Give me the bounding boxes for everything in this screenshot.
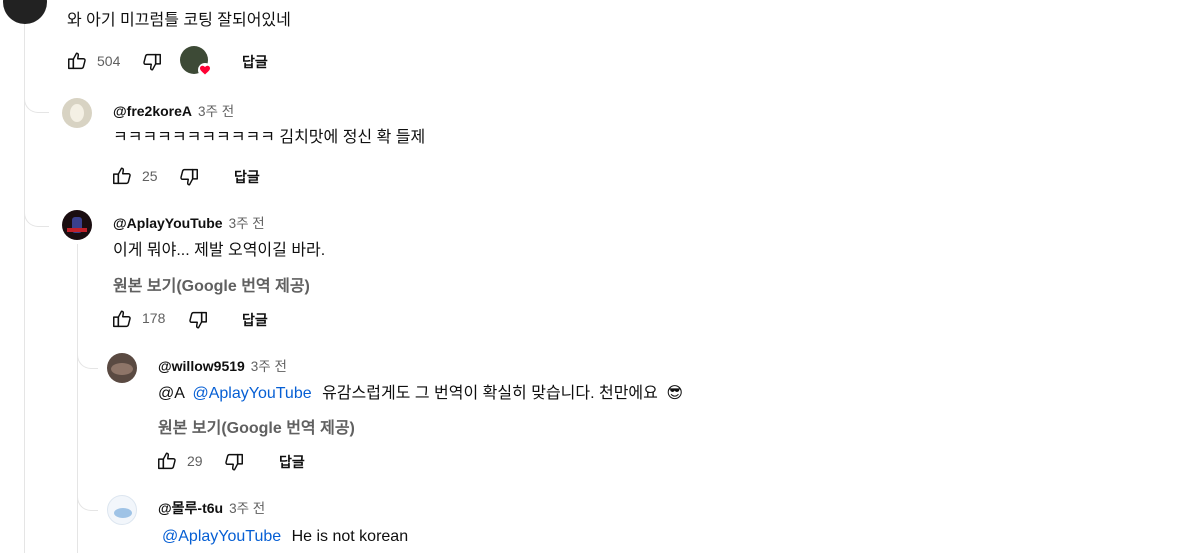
author-handle[interactable]: @AplayYouTube <box>113 215 223 231</box>
like-count: 25 <box>142 168 158 184</box>
show-original-link[interactable]: 원본 보기(Google 번역 제공) <box>158 414 355 438</box>
author-handle[interactable]: @몰루-t6u <box>158 498 223 518</box>
like-count: 178 <box>142 310 166 326</box>
mention-link[interactable]: @AplayYouTube <box>162 528 281 545</box>
comment-text-line: @A @AplayYouTube 유감스럽게도 그 번역이 확실히 맞습니다. … <box>158 383 683 405</box>
like-button[interactable] <box>65 49 89 73</box>
mention-link[interactable]: @AplayYouTube <box>192 385 311 402</box>
thumb-up-icon <box>113 167 131 185</box>
avatar[interactable] <box>107 495 137 525</box>
like-button[interactable] <box>110 307 134 331</box>
like-button[interactable] <box>110 164 134 188</box>
thumb-down-icon <box>143 53 161 71</box>
thumb-up-icon <box>68 52 86 70</box>
show-original-link[interactable]: 원본 보기(Google 번역 제공) <box>113 272 310 296</box>
comment-text: ㅋㅋㅋㅋㅋㅋㅋㅋㅋㅋㅋ 김치맛에 정신 확 들제 <box>113 129 426 146</box>
heart-icon <box>198 63 212 77</box>
thumb-up-icon <box>158 452 176 470</box>
timestamp[interactable]: 3주 전 <box>229 212 265 232</box>
avatar[interactable] <box>3 0 47 24</box>
thumb-down-icon <box>225 453 243 471</box>
comment-text-prefix: @A <box>158 385 185 402</box>
comment-text: 유감스럽게도 그 번역이 확실히 맞습니다. 천만에요 <box>322 385 658 402</box>
like-count: 504 <box>97 53 121 69</box>
avatar[interactable] <box>107 353 137 383</box>
author-handle[interactable]: @fre2koreA <box>113 103 192 119</box>
comment-header: @AplayYouTube 3주 전 <box>113 212 265 232</box>
emoji: 😎 <box>666 385 684 402</box>
thumb-up-icon <box>113 310 131 328</box>
timestamp[interactable]: 3주 전 <box>198 100 234 120</box>
reply-button[interactable]: 답글 <box>242 52 268 72</box>
timestamp[interactable]: 3주 전 <box>251 355 287 375</box>
timestamp[interactable]: 3주 전 <box>229 497 265 517</box>
dislike-button[interactable] <box>186 308 210 332</box>
avatar[interactable] <box>62 210 92 240</box>
reply-button[interactable]: 답글 <box>234 167 260 187</box>
comment-header: @몰루-t6u 3주 전 <box>158 497 265 518</box>
thumb-down-icon <box>189 311 207 329</box>
thread-curve-1 <box>24 96 49 113</box>
comment-text: 와 아기 미끄럼틀 코팅 잘되어있네 <box>67 12 291 29</box>
comment-header: @willow9519 3주 전 <box>158 355 287 375</box>
like-button[interactable] <box>155 449 179 473</box>
avatar[interactable] <box>62 98 92 128</box>
thread-curve-3 <box>77 352 98 369</box>
comment-text-line: @AplayYouTube He is not korean <box>162 526 408 548</box>
comment-header: @fre2koreA 3주 전 <box>113 100 234 120</box>
reply-button[interactable]: 답글 <box>242 310 268 330</box>
creator-heart-avatar <box>180 46 212 77</box>
thread-curve-2 <box>24 210 49 227</box>
comment-text: 이게 뭐야... 제발 오역이길 바라. <box>113 242 326 259</box>
reply-button[interactable]: 답글 <box>279 452 305 472</box>
thumb-down-icon <box>180 168 198 186</box>
comment-text: He is not korean <box>291 528 409 545</box>
dislike-button[interactable] <box>140 50 164 74</box>
dislike-button[interactable] <box>177 165 201 189</box>
thread-curve-4 <box>77 494 98 511</box>
dislike-button[interactable] <box>222 450 246 474</box>
author-handle[interactable]: @willow9519 <box>158 358 245 374</box>
like-count: 29 <box>187 453 203 469</box>
thread-line-nested <box>77 244 78 553</box>
